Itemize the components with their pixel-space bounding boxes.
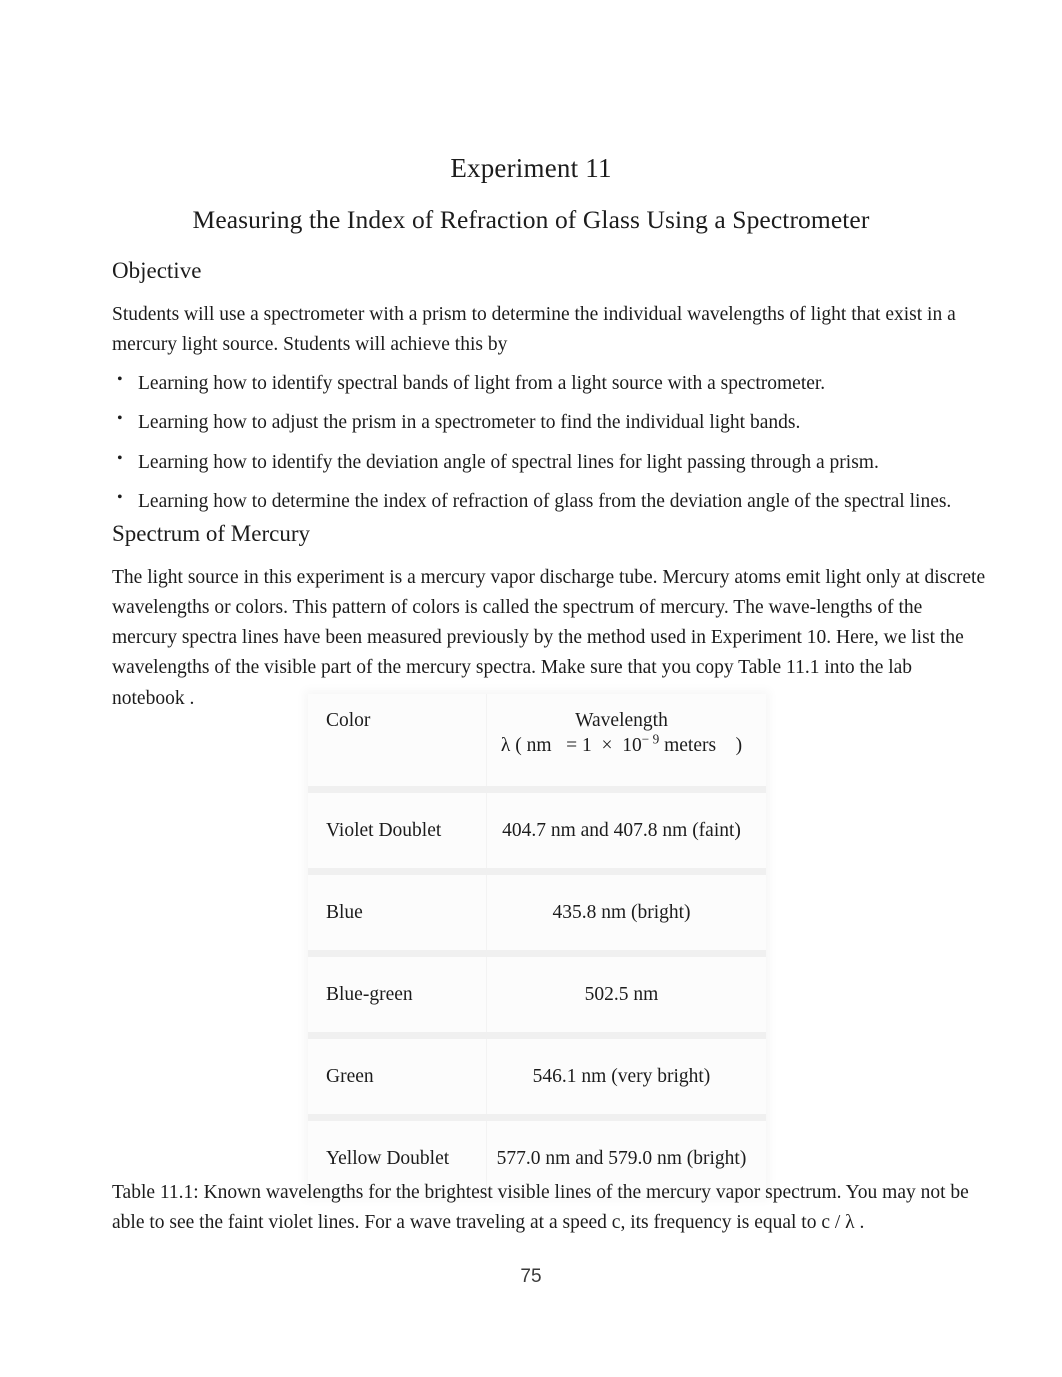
table-row-separator [308, 1032, 766, 1039]
table-row-separator [308, 950, 766, 957]
spectrum-paragraph: The light source in this experiment is a… [112, 567, 986, 709]
list-item: Learning how to identify spectral bands … [112, 368, 988, 399]
units-exponent: − 9 [641, 731, 660, 747]
spectrum-of-mercury-heading: Spectrum of Mercury [112, 521, 310, 546]
table-row-separator [308, 868, 766, 875]
table-row: Violet Doublet 404.7 nm and 407.8 nm (fa… [308, 793, 766, 868]
document-page: Experiment 11 Measuring the Index of Ref… [0, 0, 1062, 1377]
objective-heading: Objective [112, 258, 202, 283]
table-header-wavelength-units: λ ( nm = 1 × 10− 9 meters ) [487, 731, 756, 757]
row-color-label: Violet Doublet [308, 793, 487, 868]
table-row-separator [308, 1114, 766, 1121]
list-item: Learning how to determine the index of r… [112, 486, 988, 517]
row-color-label: Green [308, 1039, 487, 1114]
page-title: Measuring the Index of Refraction of Gla… [192, 204, 870, 234]
row-color-label: Blue [308, 875, 487, 950]
separator-cell [308, 950, 766, 957]
row-wavelength-value: 546.1 nm (very bright) [486, 1039, 766, 1114]
wavelength-table: Color Wavelength λ ( nm = 1 × 10− 9 mete… [308, 694, 766, 1196]
list-item: Learning how to adjust the prism in a sp… [112, 407, 988, 438]
separator-cell [308, 1032, 766, 1039]
units-prefix: λ ( nm = 1 × 10 [500, 735, 642, 756]
spectrum-of-mercury-section: Spectrum of Mercury The light source in … [112, 521, 988, 714]
row-color-label: Blue-green [308, 957, 487, 1032]
separator-cell [308, 1114, 766, 1121]
table-row: Blue-green 502.5 nm [308, 957, 766, 1032]
row-wavelength-value: 435.8 nm (bright) [486, 875, 766, 950]
separator-cell [308, 868, 766, 875]
row-wavelength-value: 404.7 nm and 407.8 nm (faint) [486, 793, 766, 868]
table-header-color: Color [308, 694, 487, 786]
experiment-number-title: Experiment 11 [450, 153, 612, 183]
table-row-separator [308, 786, 766, 793]
list-item: Learning how to identify the deviation a… [112, 446, 988, 478]
table-caption: Table 11.1: Known wavelengths for the br… [112, 1181, 969, 1233]
objective-section: Objective Students will use a spectromet… [112, 258, 988, 517]
table-header-wavelength: Wavelength λ ( nm = 1 × 10− 9 meters ) [486, 694, 766, 786]
objective-bullet-list: Learning how to identify spectral bands … [112, 368, 988, 517]
table-header-wavelength-label: Wavelength [575, 710, 668, 731]
row-wavelength-value: 502.5 nm [486, 957, 766, 1032]
units-suffix: meters ) [659, 735, 743, 756]
page-number: 75 [520, 1266, 542, 1287]
objective-intro-text: Students will use a spectrometer with a … [112, 304, 956, 356]
table-row: Blue 435.8 nm (bright) [308, 875, 766, 950]
table-header-row: Color Wavelength λ ( nm = 1 × 10− 9 mete… [308, 694, 766, 786]
table-row: Green 546.1 nm (very bright) [308, 1039, 766, 1114]
separator-cell [308, 786, 766, 793]
